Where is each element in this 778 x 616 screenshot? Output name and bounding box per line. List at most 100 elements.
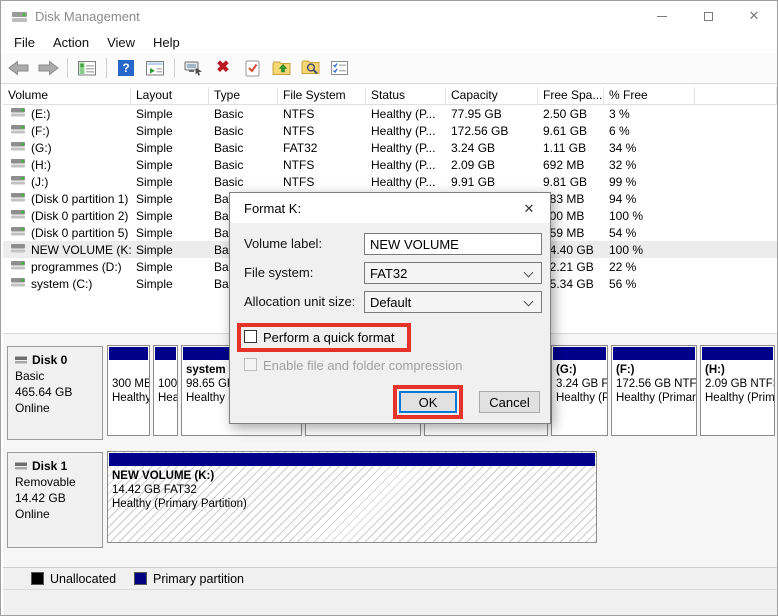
cell-text-pct: 94 %	[609, 191, 637, 206]
task-check-icon[interactable]	[240, 56, 264, 80]
cell-text-capacity: 2.09 GB	[451, 157, 496, 172]
table-row[interactable]: (F:) Simple Basic NTFS Healthy (P... 172.56 G…	[3, 122, 777, 139]
column-header-capacity[interactable]: Capacity	[446, 87, 538, 104]
volume-icon	[11, 158, 26, 172]
cell-text-layout: Simple	[136, 225, 173, 240]
menu-action[interactable]: Action	[44, 33, 98, 52]
partition-text: 100 MBHealthy (EFI System Partition)	[158, 378, 178, 404]
volume-label-input[interactable]: NEW VOLUME	[364, 233, 542, 255]
table-row[interactable]: (E:) Simple Basic NTFS Healthy (P... 77.95 GB…	[3, 105, 777, 122]
disk-size: 465.64 GB	[15, 385, 73, 399]
cell-text-fs: NTFS	[283, 174, 315, 189]
action-pane-icon[interactable]	[143, 56, 167, 80]
cell-free: 1.11 GB	[538, 139, 604, 156]
maximize-button[interactable]	[685, 1, 731, 31]
partition-text: NEW VOLUME (K:) 14.42 GB FAT32 Healthy (Pr…	[112, 470, 247, 510]
menu-file[interactable]: File	[5, 33, 44, 52]
compression-checkbox	[244, 358, 257, 371]
cell-pct: 100 %	[604, 207, 695, 224]
disk-panel-0[interactable]: Disk 0 Basic 465.64 GB Online	[7, 346, 103, 440]
partition-100 MB[interactable]: 100 MBHealthy (EFI System Partition)	[153, 345, 178, 436]
back-icon[interactable]	[7, 56, 31, 80]
cell-text-free: 9.61 GB	[543, 123, 588, 138]
partition-NEW VOLUME (K:)[interactable]: NEW VOLUME (K:) 14.42 GB FAT32 Healthy (Pr…	[107, 451, 597, 543]
partition-(G:)[interactable]: (G:)3.24 GB FAT32Healthy (Primary Partit…	[551, 345, 608, 436]
alloc-unit-select[interactable]: Default	[364, 291, 542, 313]
legend-label: Primary partition	[153, 571, 245, 586]
checklist-icon[interactable]	[327, 56, 351, 80]
volume-icon	[11, 141, 26, 155]
column-header-status[interactable]: Status	[366, 87, 446, 104]
format-dialog: Format K: ✕ Volume label: NEW VOLUME Fil…	[229, 192, 551, 424]
disk-panel-1[interactable]: Disk 1 Removable 14.42 GB Online	[7, 452, 103, 548]
cell-text-status: Healthy (P...	[371, 157, 436, 172]
quick-format-checkbox[interactable]	[244, 330, 257, 343]
volume-icon	[11, 175, 26, 189]
file-system-select[interactable]: FAT32	[364, 262, 542, 284]
cell-text-volume: system (C:)	[31, 276, 93, 291]
dialog-close-icon[interactable]: ✕	[518, 200, 540, 218]
legend-label: Unallocated	[50, 571, 117, 586]
close-button[interactable]: ✕	[731, 1, 777, 31]
menu-help[interactable]: Help	[144, 33, 189, 52]
app-icon	[11, 9, 29, 30]
cell-text-free: 1.11 GB	[543, 140, 587, 155]
partition-text: (H:)2.09 GB NTFSHealthy (Primary Partiti…	[705, 364, 775, 404]
ok-button[interactable]: OK	[399, 391, 457, 413]
column-header-layout[interactable]: Layout	[131, 87, 209, 104]
column-header-pct[interactable]: % Free	[604, 87, 695, 104]
cancel-button[interactable]: Cancel	[479, 391, 540, 413]
cell-text-status: Healthy (P...	[371, 106, 436, 121]
toolbar-separator	[67, 58, 68, 78]
compression-label: Enable file and folder compression	[263, 358, 463, 373]
cell-capacity: 2.09 GB	[446, 156, 538, 173]
cell-text-pct: 3 %	[609, 106, 630, 121]
cell-text-volume: programmes (D:)	[31, 259, 122, 274]
cell-text-capacity: 172.56 GB	[451, 123, 509, 138]
dialog-titlebar: Format K: ✕	[230, 193, 550, 223]
cell-status: Healthy (P...	[366, 173, 446, 190]
folder-up-icon[interactable]	[269, 56, 293, 80]
table-row[interactable]: (J:) Simple Basic NTFS Healthy (P... 9.91 GB 9…	[3, 173, 777, 190]
volume-icon	[11, 277, 26, 291]
cell-text-free: 9.81 GB	[543, 174, 588, 189]
cell-text-capacity: 9.91 GB	[451, 174, 496, 189]
primary-partition-strip	[702, 347, 773, 360]
cell-text-free: 692 MB	[543, 157, 585, 172]
cell-text-layout: Simple	[136, 140, 173, 155]
cell-text-pct: 6 %	[609, 123, 630, 138]
column-header-free[interactable]: Free Spa...	[538, 87, 604, 104]
cell-text-layout: Simple	[136, 157, 173, 172]
table-row[interactable]: (G:) Simple Basic FAT32 Healthy (P... 3.24 GB…	[3, 139, 777, 156]
partition-(F:)[interactable]: (F:)172.56 GB NTFSHealthy (Primary Parti…	[611, 345, 697, 436]
disk-management-window: Disk Management ✕ File Action View Help ? ✖	[0, 0, 778, 616]
column-header-volume[interactable]: Volume	[3, 87, 131, 104]
forward-icon[interactable]	[36, 56, 60, 80]
column-header-type[interactable]: Type	[209, 87, 278, 104]
cell-layout: Simple	[131, 275, 209, 292]
cell-free: 9.81 GB	[538, 173, 604, 190]
partition-text: 300 MBHealthy (OEM Partition)	[112, 378, 150, 404]
disk-size: 14.42 GB	[15, 491, 66, 505]
partition-300 MB[interactable]: 300 MBHealthy (OEM Partition)	[107, 345, 150, 436]
column-header-fs[interactable]: File System	[278, 87, 366, 104]
partition-(H:)[interactable]: (H:)2.09 GB NTFSHealthy (Primary Partiti…	[700, 345, 775, 436]
cell-type: Basic	[209, 139, 278, 156]
cell-layout: Simple	[131, 139, 209, 156]
folder-search-icon[interactable]	[298, 56, 322, 80]
chevron-down-icon	[523, 267, 534, 278]
console-tree-icon[interactable]	[75, 56, 99, 80]
column-header-filler	[695, 87, 777, 104]
help-icon[interactable]: ?	[114, 56, 138, 80]
computer-pointer-icon[interactable]	[182, 56, 206, 80]
cell-layout: Simple	[131, 105, 209, 122]
cell-free: 2.50 GB	[538, 105, 604, 122]
minimize-button[interactable]	[639, 1, 685, 31]
delete-volume-icon[interactable]: ✖	[211, 56, 235, 80]
menu-view[interactable]: View	[98, 33, 144, 52]
volume-icon	[11, 192, 26, 206]
table-row[interactable]: (H:) Simple Basic NTFS Healthy (P... 2.09 GB 6…	[3, 156, 777, 173]
cell-text-volume: (Disk 0 partition 5)	[31, 225, 129, 240]
cell-text-pct: 32 %	[609, 157, 637, 172]
primary-partition-strip	[553, 347, 606, 360]
